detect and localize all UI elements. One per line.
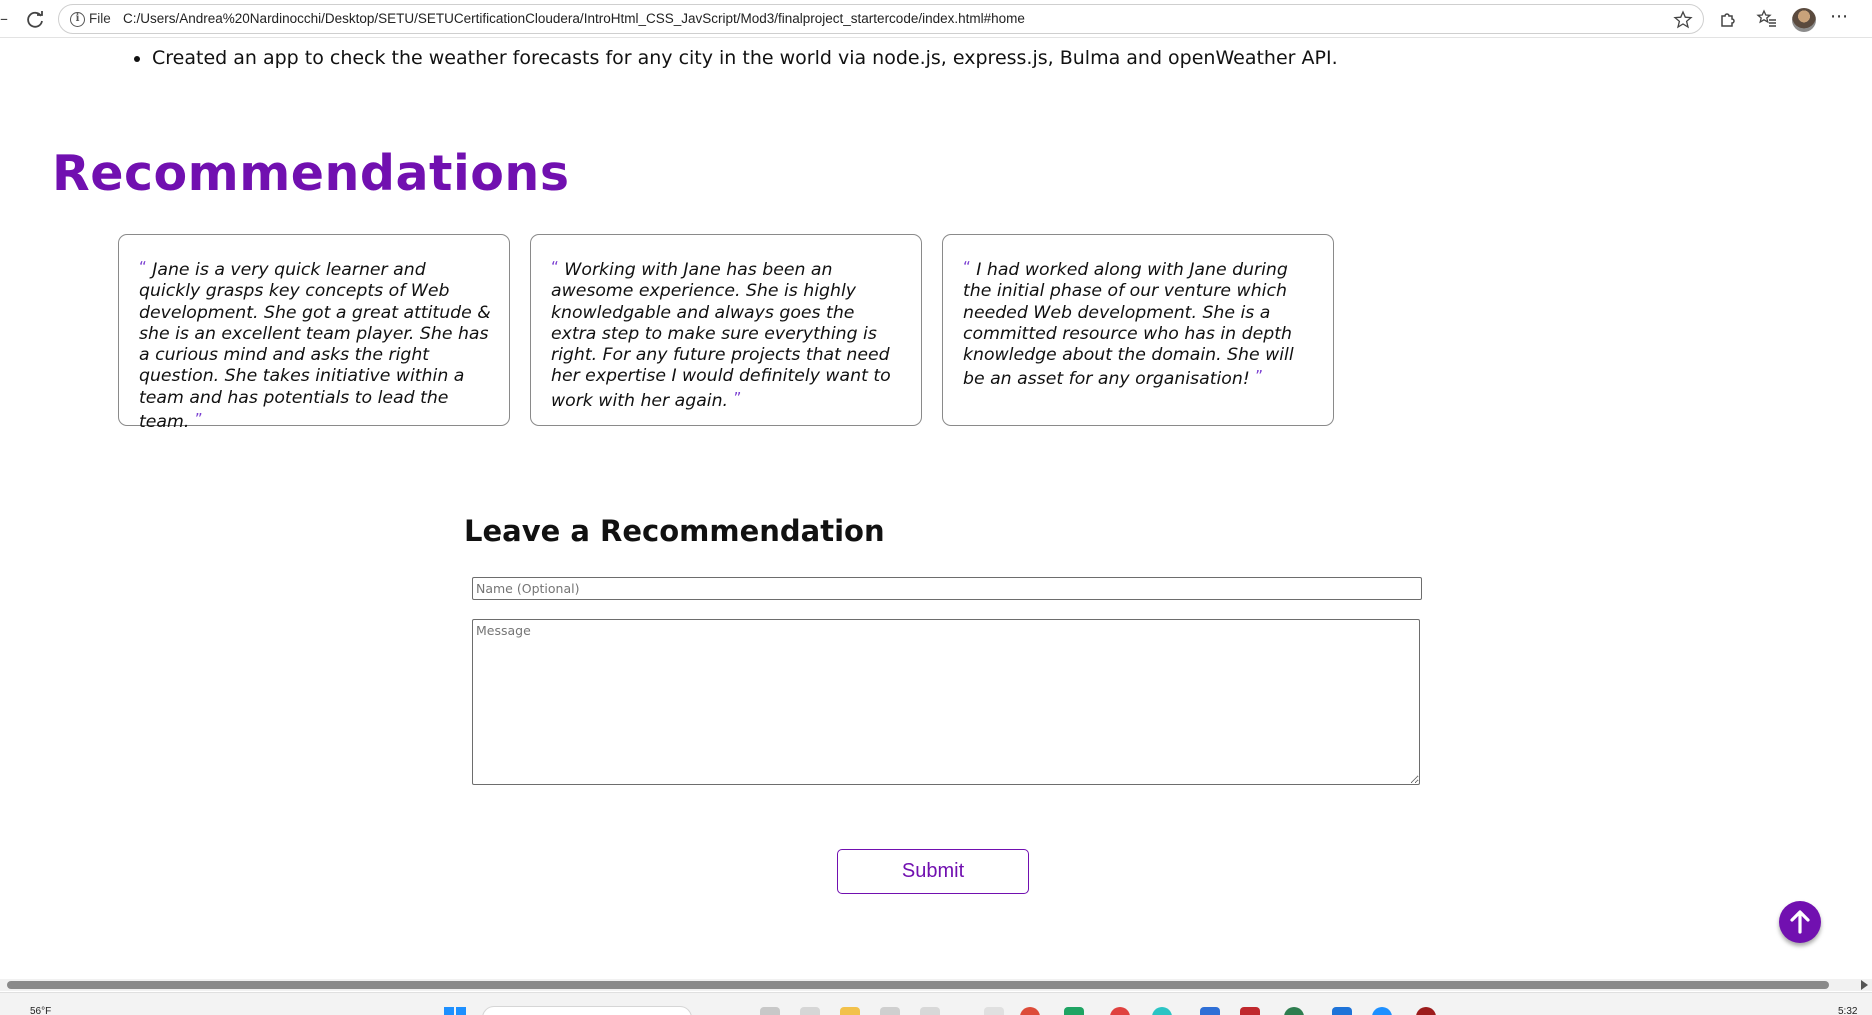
app-icon[interactable] — [920, 1007, 940, 1015]
extensions-icon[interactable] — [1716, 8, 1738, 30]
app-icon[interactable] — [1240, 1007, 1260, 1015]
scrollbar-thumb[interactable] — [7, 981, 1829, 989]
app-icon[interactable] — [1284, 1007, 1304, 1015]
app-icon[interactable] — [1064, 1007, 1084, 1015]
close-quote-icon: ” — [194, 410, 203, 429]
app-icon[interactable] — [1200, 1007, 1220, 1015]
taskbar: 56°F 5:32 PM — [0, 992, 1872, 1015]
project-list: Created an app to check the weather fore… — [130, 47, 1338, 69]
open-quote-icon: “ — [139, 258, 147, 276]
recommendation-card: “ Working with Jane has been an awesome … — [530, 234, 922, 426]
app-icon[interactable] — [1372, 1007, 1392, 1015]
open-quote-icon: “ — [963, 258, 971, 276]
open-quote-icon: “ — [551, 258, 559, 276]
taskbar-search[interactable] — [482, 1006, 692, 1015]
recommendation-text: Jane is a very quick learner and quickly… — [139, 260, 491, 433]
nav-back-partial[interactable]: – — [0, 10, 10, 28]
app-icon[interactable] — [1110, 1007, 1130, 1015]
list-item: Created an app to check the weather fore… — [152, 47, 1338, 69]
file-explorer-icon[interactable] — [840, 1007, 860, 1015]
favorite-star-icon[interactable] — [1673, 10, 1693, 30]
recommendation-cards: “ Jane is a very quick learner and quick… — [118, 234, 1334, 432]
app-icon[interactable] — [1152, 1007, 1172, 1015]
weather-widget[interactable]: 56°F — [30, 1006, 51, 1015]
leave-recommendation-heading: Leave a Recommendation — [464, 514, 885, 548]
page-content: Created an app to check the weather fore… — [0, 39, 1872, 979]
protocol-label: File — [89, 11, 111, 26]
app-icon[interactable] — [880, 1007, 900, 1015]
message-input[interactable] — [472, 619, 1420, 785]
recommendation-card: “ I had worked along with Jane during th… — [942, 234, 1334, 426]
recommendations-heading: Recommendations — [52, 145, 570, 202]
task-view-icon[interactable] — [760, 1007, 780, 1015]
favorites-icon[interactable] — [1756, 8, 1778, 30]
scroll-to-top-button[interactable] — [1779, 901, 1821, 943]
submit-button[interactable]: Submit — [837, 849, 1029, 894]
taskbar-clock[interactable]: 5:32 PM — [1838, 1006, 1872, 1015]
scroll-right-arrow-icon[interactable] — [1861, 980, 1868, 990]
app-icon[interactable] — [1020, 1007, 1040, 1015]
name-input[interactable] — [472, 577, 1422, 600]
more-menu-icon[interactable]: ⋯ — [1830, 6, 1849, 27]
url-text[interactable]: C:/Users/Andrea%20Nardinocchi/Desktop/SE… — [123, 11, 1025, 26]
windows-start-icon[interactable] — [444, 1007, 466, 1015]
app-icon[interactable] — [1416, 1007, 1436, 1015]
address-bar[interactable]: i File C:/Users/Andrea%20Nardinocchi/Des… — [58, 4, 1704, 34]
app-icon[interactable] — [1332, 1007, 1352, 1015]
arrow-up-icon — [1790, 910, 1810, 934]
recommendation-text: Working with Jane has been an awesome ex… — [551, 260, 891, 411]
recommendation-card: “ Jane is a very quick learner and quick… — [118, 234, 510, 432]
profile-avatar[interactable] — [1792, 8, 1816, 32]
browser-toolbar: – i File C:/Users/Andrea%20Nardinocchi/D… — [0, 0, 1872, 38]
app-icon[interactable] — [800, 1007, 820, 1015]
close-quote-icon: ” — [1255, 367, 1264, 386]
info-icon[interactable]: i — [70, 12, 85, 27]
reload-icon[interactable] — [24, 9, 46, 31]
app-icon[interactable] — [984, 1007, 1004, 1015]
close-quote-icon: ” — [733, 388, 742, 407]
recommendation-text: I had worked along with Jane during the … — [963, 260, 1294, 390]
horizontal-scrollbar[interactable] — [0, 979, 1872, 991]
